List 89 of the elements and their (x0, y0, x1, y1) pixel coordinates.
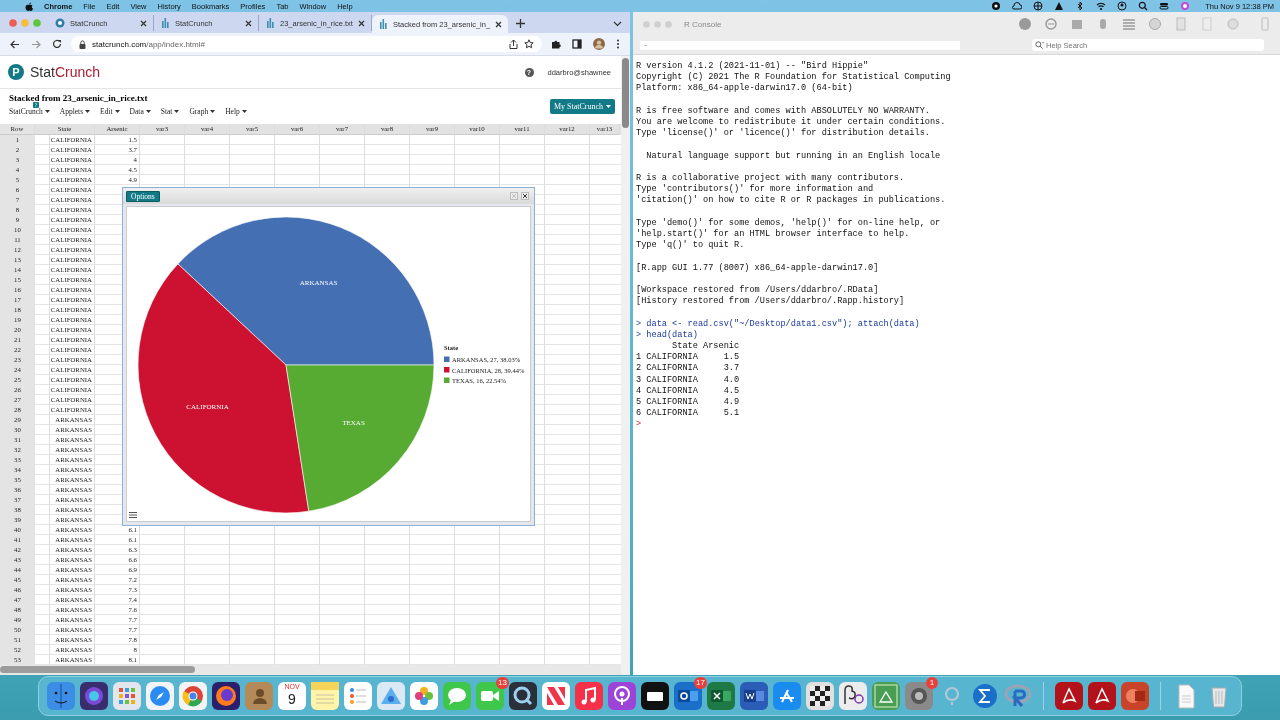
caret-icon[interactable] (85, 110, 91, 113)
window-title: R Console (684, 19, 722, 29)
bar-chart-icon (265, 18, 275, 28)
console-output: R is a collaborative project with many contributors. (636, 173, 905, 184)
app-icon[interactable] (212, 682, 240, 710)
menu-icon[interactable] (129, 512, 137, 518)
user-icon[interactable] (1117, 1, 1128, 11)
console-output: R is free software and comes with ABSOLUTELY NO WARRANTY. (636, 105, 930, 117)
app-icon[interactable] (47, 682, 75, 710)
caret-icon[interactable] (241, 110, 247, 113)
reload-icon[interactable] (52, 39, 62, 49)
statcrunch-icon (55, 18, 65, 28)
close-icon[interactable] (357, 19, 365, 27)
app-icon[interactable] (1088, 682, 1116, 710)
apple-icon (25, 1, 33, 11)
control-center-icon[interactable] (1159, 1, 1170, 11)
console-output: Type 'license()' or 'licence()' for distribution details. (636, 128, 930, 140)
console-output: You are welcome to redistribute it under certain conditions. (636, 117, 946, 128)
scrollbar[interactable] (0, 665, 621, 675)
close-icon[interactable] (495, 20, 503, 28)
new-tab-icon[interactable] (516, 19, 526, 28)
puzzle-icon[interactable] (551, 39, 561, 49)
chevron-down-icon[interactable] (613, 21, 622, 27)
console-output: [Workspace restored from /Users/ddarbro/.RData] (636, 284, 879, 296)
calendar-day: 9 (288, 691, 296, 707)
app-icon[interactable] (509, 682, 537, 710)
console-output: 2 CALIFORNIA 3.7 (636, 363, 740, 375)
document-title: Stacked from 23_arsenic_in_rice.txt (8, 92, 148, 103)
siri-icon[interactable] (1180, 1, 1191, 11)
close-icon[interactable] (140, 19, 147, 27)
console-prompt: > (636, 318, 642, 329)
app-icon[interactable] (80, 682, 108, 710)
search-icon[interactable] (1035, 41, 1044, 49)
console-output: R version 4.1.2 (2021-11-01) -- "Bird Hippie" (636, 61, 869, 72)
console-output: 'help.start()' for an HTML browser interface to help. (636, 229, 910, 240)
address-bar[interactable]: statcrunch.com/app/index.html# (71, 36, 542, 52)
notification-badge: 17 (694, 677, 707, 689)
console-output: Type 'q()' to quit R. (636, 240, 745, 252)
console-output: 3 CALIFORNIA 4.0 (636, 374, 740, 386)
cloud-icon[interactable] (1012, 1, 1023, 11)
console-output: 6 CALIFORNIA 5.1 (636, 408, 740, 420)
console-output: [R.app GUI 1.77 (8007) x86_64-apple-darwin17.0] (636, 262, 879, 274)
console-output: 'citation()' on how to cite R or R packages in publications. (636, 195, 946, 207)
star-icon[interactable] (524, 39, 534, 49)
record-icon[interactable] (991, 1, 1002, 11)
app-icon[interactable] (641, 682, 669, 710)
console-command: data <- read.csv("~/Desktop/data1.csv"); attach(data) (645, 318, 920, 329)
scrollbar[interactable] (621, 56, 630, 675)
console-output: Copyright (C) 2021 The R Foundation for Statistical Computing (636, 72, 951, 83)
console-output: Type 'demo()' for some demos, 'help()' for on-line help, or (636, 217, 941, 229)
avatar-icon[interactable] (593, 38, 605, 50)
notification-badge: 13 (496, 677, 509, 689)
more-icon[interactable] (616, 39, 620, 49)
console-prompt[interactable]: > (636, 419, 642, 430)
console-output: Natural language support but running in an English locale (645, 150, 941, 162)
url-text: statcrunch.com/app/index.html# (92, 39, 205, 49)
caret-icon[interactable] (44, 110, 50, 113)
bar-chart-icon (160, 18, 170, 28)
caret-icon[interactable] (145, 110, 151, 113)
app-icon[interactable] (1055, 682, 1083, 710)
close-icon[interactable] (245, 19, 252, 27)
close-icon[interactable] (521, 192, 529, 200)
console-output: 4 CALIFORNIA 4.5 (636, 385, 740, 397)
console-output: 1 CALIFORNIA 1.5 (636, 352, 740, 364)
notification-badge: 1 (926, 677, 938, 689)
share-icon[interactable] (509, 39, 518, 49)
forward-icon[interactable] (31, 39, 41, 49)
back-icon[interactable] (10, 39, 20, 49)
console-output: Platform: x86_64-apple-darwin17.0 (64-bit) (636, 83, 853, 95)
sidebar-icon[interactable] (572, 39, 582, 49)
app-icon[interactable] (806, 682, 834, 710)
caret-icon[interactable] (174, 110, 180, 113)
account-button[interactable]: My StatCrunch (549, 99, 615, 114)
lock-icon (79, 39, 86, 49)
console-prompt: > (636, 329, 642, 340)
console-command: head(data) (645, 329, 698, 340)
search-icon[interactable] (1138, 1, 1149, 11)
console-output: 5 CALIFORNIA 4.9 (636, 397, 740, 409)
logo-mark: P (8, 64, 24, 80)
brand-name: StatCrunch (30, 64, 101, 80)
console-output: State Arsenic (671, 340, 740, 353)
console-output: [History restored from /Users/ddarbro/.Rapp.history] (636, 296, 905, 308)
bar-chart-icon (377, 19, 388, 29)
caret-icon[interactable] (210, 110, 216, 113)
wifi-icon[interactable] (1096, 1, 1107, 11)
app-icon[interactable] (839, 682, 867, 710)
globe-icon[interactable] (1033, 1, 1044, 11)
caret-icon[interactable] (114, 110, 120, 113)
console-output: Type 'contributors()' for more information and (636, 184, 874, 195)
